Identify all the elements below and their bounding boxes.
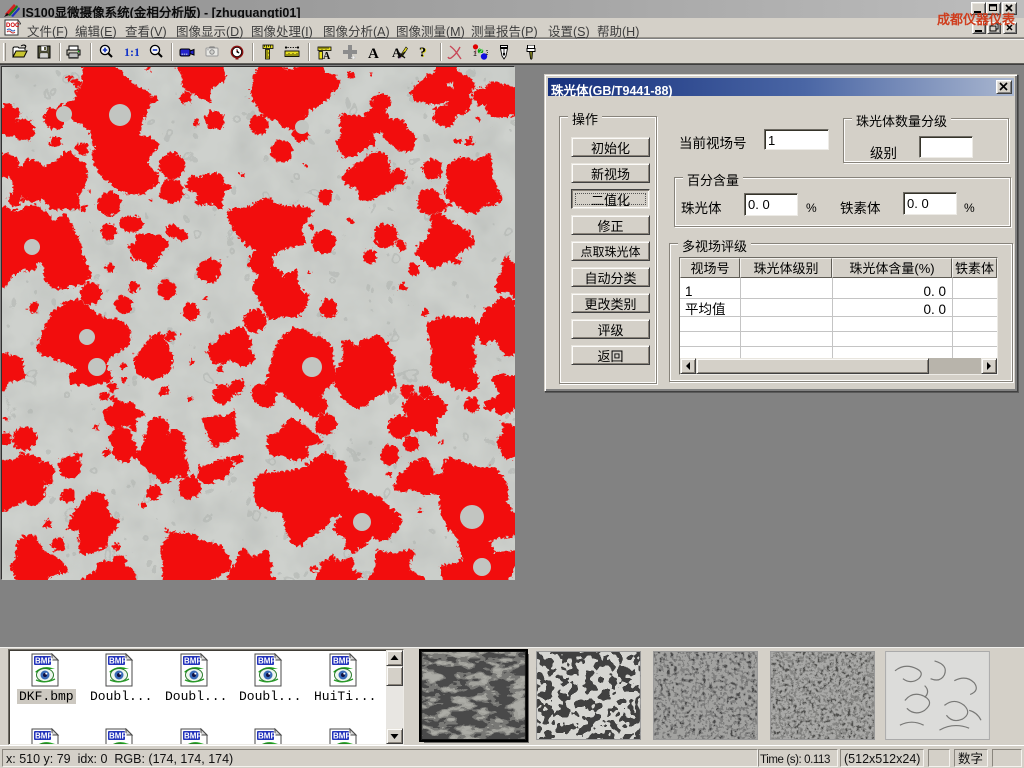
svg-text:BMP: BMP: [109, 732, 127, 741]
svg-text:BMP: BMP: [258, 732, 276, 741]
svg-text:BMP: BMP: [184, 657, 202, 666]
svg-text:BMP: BMP: [109, 657, 127, 666]
svg-text:1: 1: [473, 51, 477, 58]
svg-text:BMP: BMP: [333, 732, 351, 741]
svg-text:DOC: DOC: [6, 23, 20, 29]
svg-text:3: 3: [486, 50, 489, 57]
svg-text:A: A: [368, 46, 379, 60]
svg-text:1:1: 1:1: [124, 45, 139, 59]
svg-text:2: 2: [479, 49, 483, 56]
svg-text:BMP: BMP: [35, 657, 53, 666]
svg-text:A: A: [323, 51, 331, 60]
svg-text:BMP: BMP: [258, 657, 276, 666]
svg-text:BMP: BMP: [333, 657, 351, 666]
svg-text:BMP: BMP: [184, 732, 202, 741]
svg-text:?: ?: [419, 46, 426, 61]
svg-text:BMP: BMP: [35, 732, 53, 741]
